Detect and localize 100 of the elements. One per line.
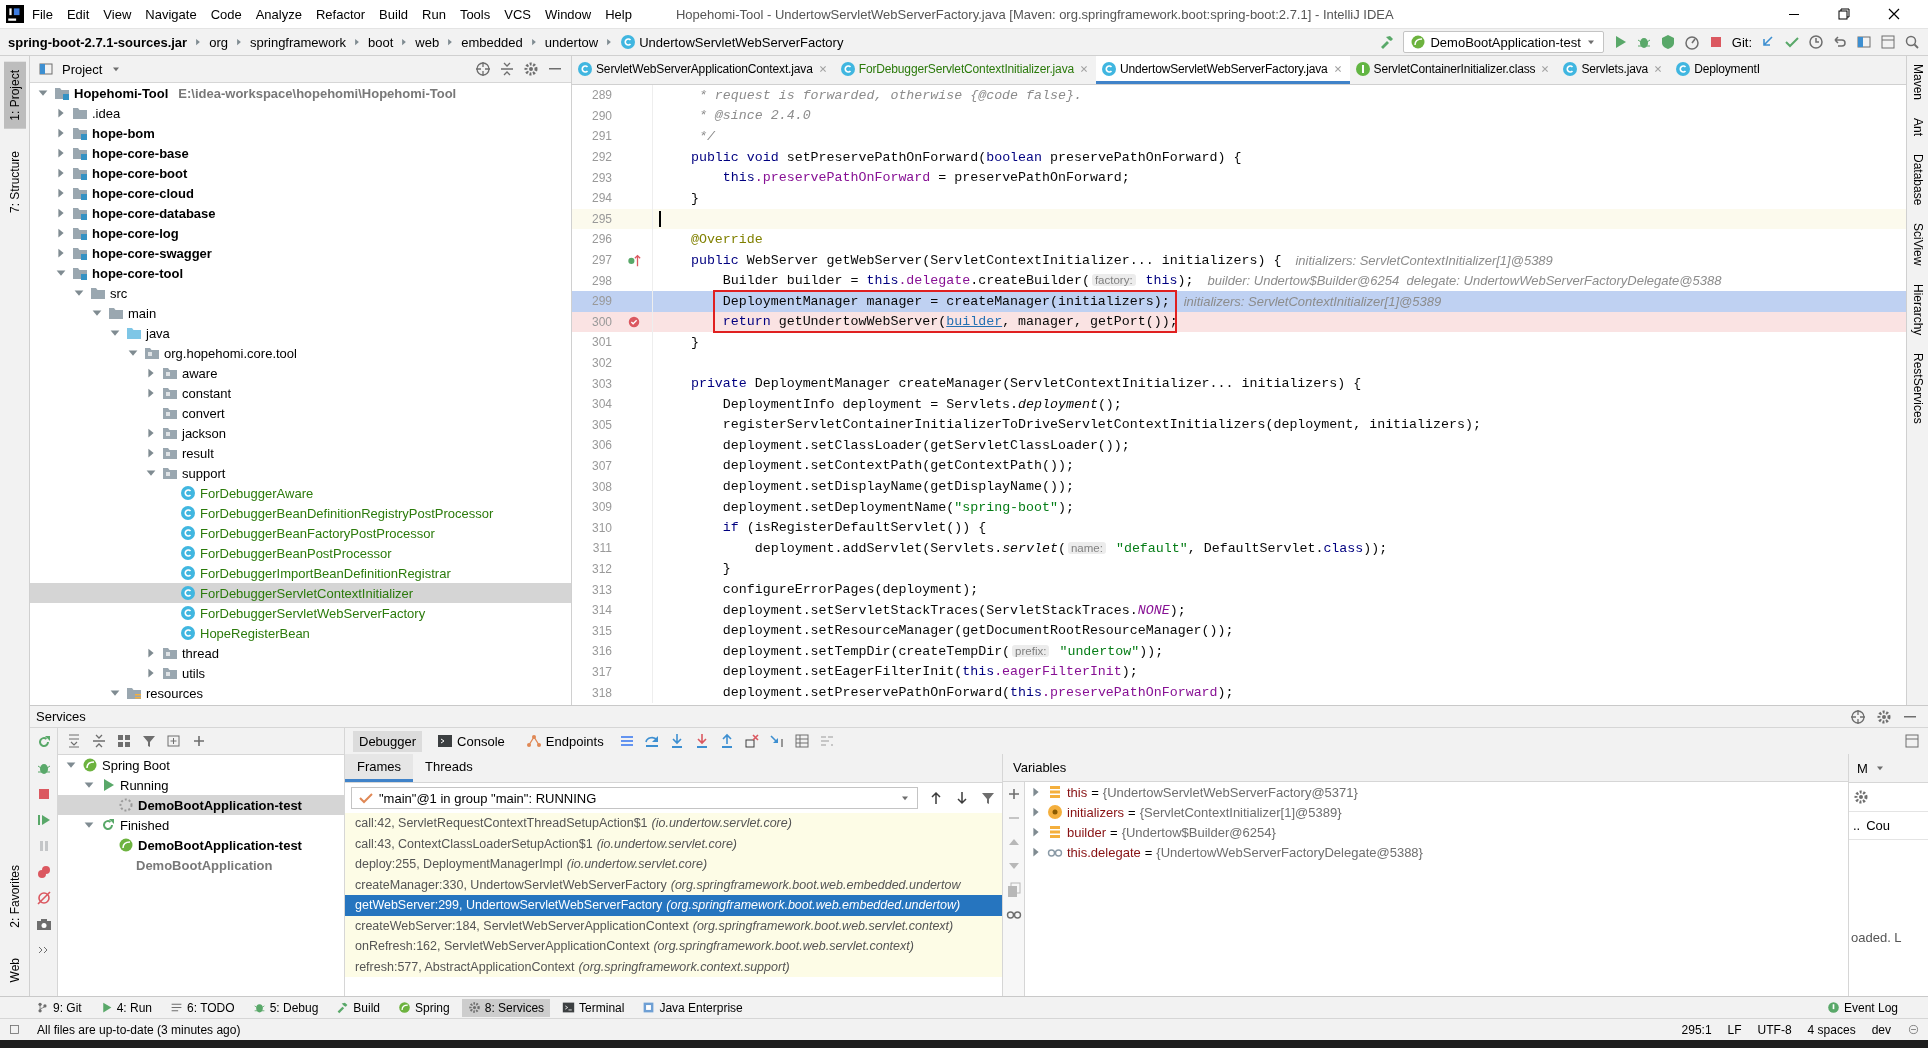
breadcrumb[interactable]: springframework — [249, 34, 347, 50]
search-icon[interactable] — [1904, 34, 1920, 50]
window-icon[interactable] — [1880, 34, 1896, 50]
restore-icon[interactable] — [1836, 6, 1852, 22]
tree-item[interactable]: aware — [30, 363, 571, 383]
tree-item[interactable]: DemoBootApplication-test — [58, 835, 344, 855]
menu-item[interactable]: View — [97, 4, 138, 24]
breakpoint-icon[interactable] — [627, 314, 641, 329]
tree-item[interactable]: ForDebuggerAware — [30, 483, 571, 503]
clock-icon[interactable] — [1808, 34, 1824, 50]
collapse-all-icon[interactable] — [499, 61, 515, 77]
run-to-cursor-icon[interactable] — [768, 733, 785, 749]
tree-item[interactable]: ForDebuggerImportBeanDefinitionRegistrar — [30, 563, 571, 583]
tree-item[interactable]: thread — [30, 643, 571, 663]
copy-icon[interactable] — [1005, 882, 1022, 898]
close-icon[interactable] — [1886, 6, 1902, 22]
group-icon[interactable] — [116, 733, 132, 749]
tool-window-tab[interactable]: 4: Run — [93, 998, 159, 1017]
tool-window-tab[interactable]: Spring — [392, 998, 456, 1017]
tree-item[interactable]: convert — [30, 403, 571, 423]
inspector-icon[interactable] — [1907, 1023, 1920, 1036]
thread-dropdown[interactable]: "main"@1 in group "main": RUNNING — [351, 787, 918, 809]
down-arrow-icon[interactable] — [954, 790, 970, 806]
tool-window-tab[interactable]: Terminal — [556, 998, 631, 1017]
tree-item[interactable]: src — [30, 283, 571, 303]
tool-window-tab[interactable]: Maven — [1910, 64, 1925, 101]
menu-item[interactable]: VCS — [498, 4, 537, 24]
tree-item[interactable]: Running — [58, 775, 344, 795]
menu-item[interactable]: Build — [373, 4, 414, 24]
filter-icon[interactable] — [141, 733, 157, 749]
tree-item[interactable]: hope-core-log — [30, 223, 571, 243]
tree-item[interactable]: .idea — [30, 103, 571, 123]
layout-icon[interactable] — [1904, 733, 1920, 749]
tool-window-tab[interactable]: 9: Git — [30, 998, 88, 1017]
variable-row[interactable]: this = {UndertowServletWebServerFactory@5371} — [1025, 782, 1848, 802]
status-item[interactable]: 295:1 — [1681, 1022, 1712, 1037]
status-item[interactable]: UTF-8 — [1757, 1022, 1792, 1037]
collapse-all-icon[interactable] — [91, 733, 107, 749]
tool-window-tab[interactable]: 2: Favorites — [3, 856, 26, 936]
breadcrumb[interactable]: undertow — [544, 34, 599, 50]
tool-window-tab[interactable]: 1: Project — [3, 62, 26, 129]
variable-row[interactable]: initializers = {ServletContextInitializer[1]@5389} — [1025, 802, 1848, 822]
crosshair-icon[interactable] — [475, 61, 491, 77]
tree-item[interactable]: utils — [30, 663, 571, 683]
resume-icon[interactable] — [35, 812, 52, 828]
menu-item[interactable]: File — [26, 4, 59, 24]
tree-item[interactable]: hope-core-base — [30, 143, 571, 163]
tool-window-tab[interactable]: 7: Structure — [3, 142, 26, 221]
menu-item[interactable]: Run — [416, 4, 452, 24]
breadcrumb[interactable]: UndertowServletWebServerFactory — [620, 34, 844, 50]
status-item[interactable]: LF — [1727, 1022, 1742, 1037]
tool-window-tab[interactable]: Web — [3, 949, 26, 990]
camera-icon[interactable] — [35, 916, 52, 932]
event-log-button[interactable]: Event Log — [1826, 1000, 1898, 1015]
gauge-icon[interactable] — [1683, 34, 1700, 50]
tool-window-tab[interactable]: Ant — [1910, 118, 1925, 137]
panel-icon[interactable] — [1856, 34, 1872, 50]
menu-item[interactable]: Window — [538, 4, 598, 24]
menu-item[interactable]: Tools — [453, 4, 497, 24]
run-configuration-dropdown[interactable]: DemoBootApplication-test — [1403, 31, 1604, 53]
tree-item[interactable]: Spring Boot — [58, 755, 344, 775]
tool-window-tab[interactable]: Java Enterprise — [636, 998, 749, 1017]
editor-tab[interactable]: ServletWebServerApplicationContext.java — [572, 56, 835, 84]
menu-item[interactable]: Help — [599, 4, 638, 24]
tool-window-tab[interactable]: Build — [330, 998, 386, 1017]
mute-breakpoints-icon[interactable] — [35, 890, 52, 906]
tree-item[interactable]: hope-core-database — [30, 203, 571, 223]
status-item[interactable]: dev — [1871, 1022, 1891, 1037]
tool-window-tab[interactable]: SciView — [1910, 223, 1925, 266]
tree-item[interactable]: hope-core-tool — [30, 263, 571, 283]
stack-frame[interactable]: refresh:577, AbstractApplicationContext (org.springframework.context.support) — [345, 956, 1002, 977]
tool-window-tab[interactable]: 6: TODO — [164, 998, 241, 1017]
breadcrumb[interactable]: boot — [368, 34, 394, 50]
hammer-icon[interactable] — [1379, 34, 1396, 50]
stack-frame[interactable]: call:42, ServletRequestContextThreadSetupAction$1 (io.undertow.servlet.core) — [345, 813, 1002, 834]
tree-item[interactable]: result — [30, 443, 571, 463]
stack-frame[interactable]: createManager:330, UndertowServletWebServerFactory (org.springframework.boot.web.embedded.undertow — [345, 874, 1002, 895]
stack-frame[interactable]: deploy:255, DeploymentManagerImpl (io.undertow.servlet.core) — [345, 854, 1002, 875]
tree-item[interactable]: constant — [30, 383, 571, 403]
tree-item[interactable]: DemoBootApplication — [58, 855, 344, 875]
status-toggle-icon[interactable] — [8, 1023, 21, 1036]
menu-item[interactable]: Refactor — [309, 4, 372, 24]
editor-tab[interactable]: Servlets.java — [1557, 56, 1671, 84]
status-item[interactable]: 4 spaces — [1807, 1022, 1856, 1037]
filter-icon[interactable] — [980, 790, 996, 806]
tool-window-tab[interactable]: Hierarchy — [1910, 283, 1925, 336]
stack-frame[interactable]: getWebServer:299, UndertowServletWebServerFactory (org.springframework.boot.web.embedded.undertow) — [345, 895, 1002, 916]
debugger-tab[interactable]: Endpoints — [519, 730, 610, 752]
side-tab[interactable]: M — [1857, 760, 1868, 776]
settings-icon[interactable] — [1853, 789, 1869, 805]
tree-item[interactable]: resources — [30, 683, 571, 703]
override-marker-icon[interactable] — [627, 253, 641, 268]
breadcrumb[interactable]: embedded — [461, 34, 523, 50]
menu-item[interactable]: Analyze — [249, 4, 308, 24]
tree-item[interactable]: main — [30, 303, 571, 323]
editor-tab[interactable]: ForDebuggerServletContextInitializer.java — [834, 56, 1096, 84]
tree-item[interactable]: ForDebuggerBeanPostProcessor — [30, 543, 571, 563]
menu-icon[interactable] — [618, 733, 635, 749]
menu-item[interactable]: Navigate — [139, 4, 203, 24]
check-icon[interactable] — [1784, 34, 1800, 50]
